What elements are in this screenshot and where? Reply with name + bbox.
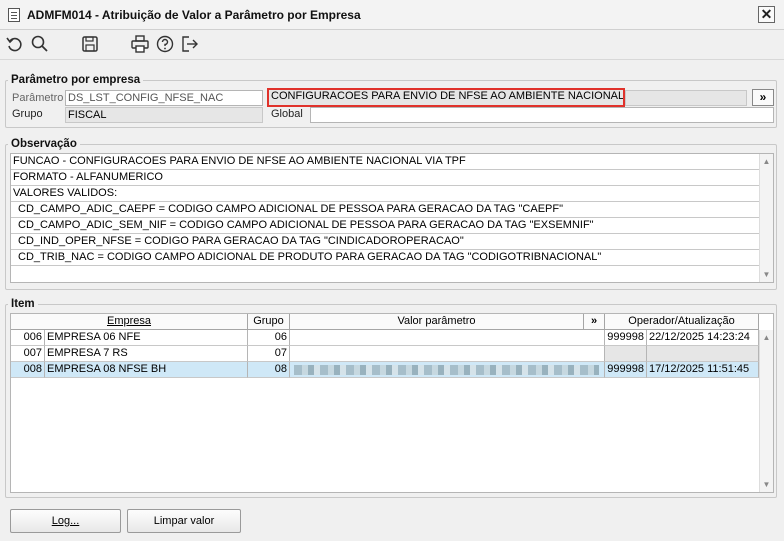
row-valor[interactable] — [290, 330, 605, 346]
col-header-empresa[interactable]: Empresa — [11, 314, 248, 330]
row-code: 006 — [11, 330, 45, 346]
log-button[interactable]: Log... — [10, 509, 121, 533]
close-button[interactable]: ✕ — [758, 6, 775, 23]
document-icon — [8, 8, 20, 22]
row-empresa: EMPRESA 08 NFSE BH — [45, 362, 248, 378]
scroll-up-icon[interactable]: ▲ — [762, 157, 771, 166]
row-valor[interactable] — [290, 346, 605, 362]
row-empresa: EMPRESA 06 NFE — [45, 330, 248, 346]
parametro-field[interactable]: DS_LST_CONFIG_NFSE_NAC — [65, 90, 263, 106]
undo-icon[interactable] — [5, 34, 27, 56]
observacao-line: FUNCAO - CONFIGURACOES PARA ENVIO DE NFS… — [11, 154, 759, 170]
row-operador: 999998 — [605, 362, 647, 378]
expand-button[interactable]: » — [752, 89, 774, 106]
observacao-line: FORMATO - ALFANUMERICO — [11, 170, 759, 186]
col-header-expand[interactable]: » — [584, 314, 605, 330]
row-grupo: 08 — [248, 362, 290, 378]
observacao-line: CD_CAMPO_ADIC_CAEPF = CODIGO CAMPO ADICI… — [11, 202, 759, 218]
save-icon[interactable] — [80, 34, 102, 56]
row-code: 007 — [11, 346, 45, 362]
scroll-up-icon[interactable]: ▲ — [762, 333, 771, 342]
exit-icon[interactable] — [180, 34, 202, 56]
row-operador — [605, 346, 647, 362]
redacted-value — [294, 365, 599, 375]
limpar-valor-button[interactable]: Limpar valor — [127, 509, 241, 533]
col-header-grupo[interactable]: Grupo — [248, 314, 290, 330]
col-header-operador[interactable]: Operador/Atualização — [605, 314, 759, 330]
description-extension — [625, 90, 747, 106]
observacao-scrollbar[interactable]: ▲ ▼ — [759, 154, 773, 282]
global-field[interactable] — [310, 107, 774, 123]
print-icon[interactable] — [130, 34, 152, 56]
row-grupo: 06 — [248, 330, 290, 346]
scroll-down-icon[interactable]: ▼ — [762, 270, 771, 279]
row-code: 008 — [11, 362, 45, 378]
scroll-down-icon[interactable]: ▼ — [762, 480, 771, 489]
row-grupo: 07 — [248, 346, 290, 362]
row-empresa: EMPRESA 7 RS — [45, 346, 248, 362]
row-data: 22/12/2025 14:23:24 — [647, 330, 759, 346]
parametro-description-field: CONFIGURACOES PARA ENVIO DE NFSE AO AMBI… — [267, 88, 625, 107]
param-section-title: Parâmetro por empresa — [11, 74, 141, 86]
limpar-valor-label: Limpar valor — [153, 515, 215, 527]
parametro-label: Parâmetro — [12, 92, 64, 104]
row-operador: 999998 — [605, 330, 647, 346]
observacao-title: Observação — [11, 138, 77, 150]
item-scrollbar[interactable]: ▲ ▼ — [759, 330, 773, 492]
global-label: Global — [271, 108, 303, 120]
log-button-label: Log... — [51, 515, 80, 527]
observacao-line: CD_TRIB_NAC = CODIGO CAMPO ADICIONAL DE … — [11, 250, 759, 266]
search-icon[interactable] — [30, 34, 52, 56]
window-title: ADMFM014 - Atribuição de Valor a Parâmet… — [27, 8, 361, 22]
row-data — [647, 346, 759, 362]
row-valor-redacted[interactable] — [290, 362, 605, 378]
help-icon[interactable] — [155, 34, 177, 56]
item-title: Item — [11, 298, 35, 310]
toolbar — [0, 30, 784, 60]
observacao-line: VALORES VALIDOS: — [11, 186, 759, 202]
grupo-field: FISCAL — [65, 107, 263, 123]
col-header-valor[interactable]: Valor parâmetro — [290, 314, 584, 330]
observacao-line: CD_IND_OPER_NFSE = CODIGO PARA GERACAO D… — [11, 234, 759, 250]
observacao-line: CD_CAMPO_ADIC_SEM_NIF = CODIGO CAMPO ADI… — [11, 218, 759, 234]
grupo-label: Grupo — [12, 108, 43, 120]
item-grid: Empresa Grupo Valor parâmetro » Operador… — [10, 313, 774, 493]
title-bar: ADMFM014 - Atribuição de Valor a Parâmet… — [0, 0, 784, 30]
observacao-textarea[interactable]: FUNCAO - CONFIGURACOES PARA ENVIO DE NFS… — [10, 153, 774, 283]
row-data: 17/12/2025 11:51:45 — [647, 362, 759, 378]
